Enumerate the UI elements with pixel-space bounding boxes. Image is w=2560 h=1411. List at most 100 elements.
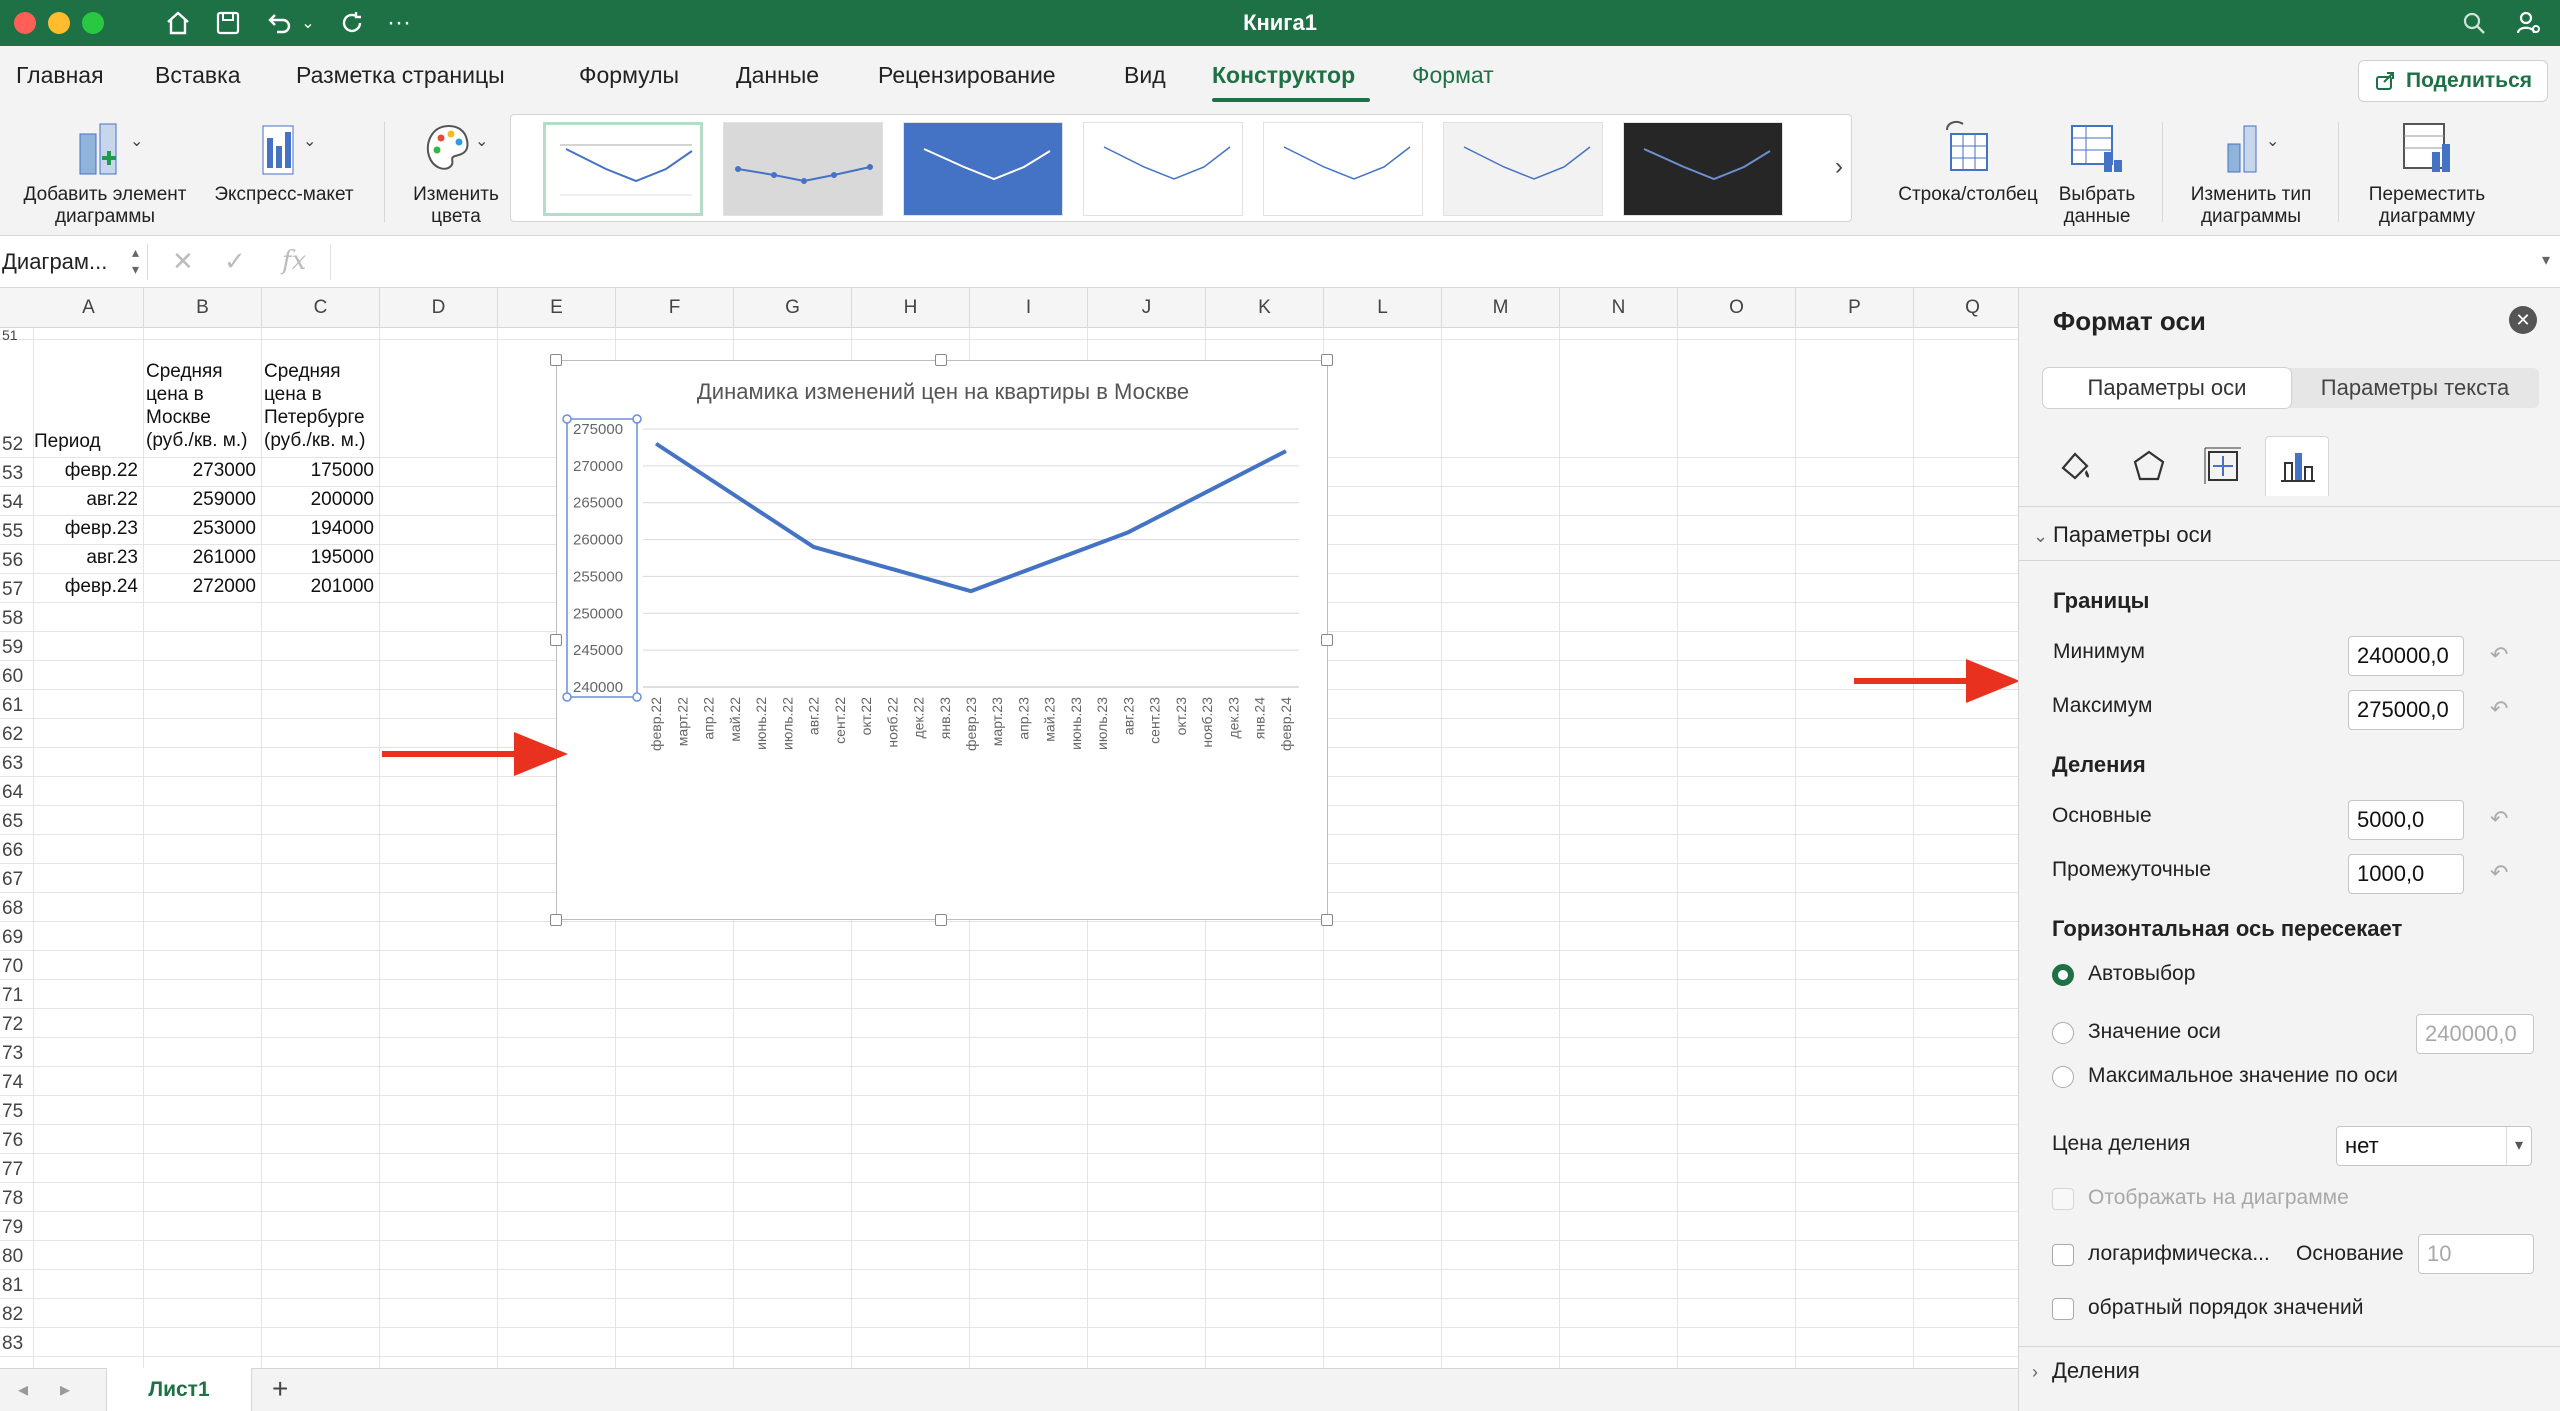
formula-input[interactable]	[342, 244, 2542, 280]
row-header[interactable]: 75	[0, 1099, 34, 1125]
name-box[interactable]: Диаграм...	[0, 244, 148, 280]
cell-c52[interactable]: Средняя цена в Петербурге (руб./кв. м.)	[264, 360, 365, 452]
reset-major-icon[interactable]: ↶	[2490, 806, 2516, 832]
cell-moscow[interactable]: 273000	[146, 460, 256, 482]
search-icon[interactable]	[2456, 6, 2492, 40]
minor-unit-input[interactable]: 1000,0	[2348, 854, 2464, 894]
chart-resize-handle[interactable]	[550, 354, 562, 366]
expand-formula-icon[interactable]: ▾	[2542, 250, 2550, 270]
add-sheet-button[interactable]: +	[272, 1373, 288, 1405]
row-header[interactable]: 81	[0, 1273, 34, 1299]
tab-review[interactable]: Рецензирование	[878, 62, 1056, 89]
chart-style-7[interactable]	[1623, 122, 1783, 216]
cell-spb[interactable]: 175000	[264, 460, 374, 482]
effects-icon[interactable]	[2117, 436, 2181, 496]
column-header[interactable]: Q	[1914, 288, 2018, 328]
row-header[interactable]: 63	[0, 751, 34, 777]
reset-minimum-icon[interactable]: ↶	[2490, 642, 2516, 668]
column-header[interactable]: D	[380, 288, 498, 328]
column-header[interactable]: M	[1442, 288, 1560, 328]
cell-spb[interactable]: 201000	[264, 576, 374, 598]
axis-options-icon[interactable]	[2265, 436, 2329, 496]
row-header[interactable]: 59	[0, 635, 34, 661]
column-header[interactable]: B	[144, 288, 262, 328]
column-header[interactable]: E	[498, 288, 616, 328]
size-properties-icon[interactable]	[2191, 436, 2255, 496]
cell-spb[interactable]: 194000	[264, 518, 374, 540]
column-header[interactable]: F	[616, 288, 734, 328]
row-header[interactable]: 66	[0, 838, 34, 864]
enter-icon[interactable]: ✓	[224, 246, 246, 277]
tab-insert[interactable]: Вставка	[155, 62, 241, 89]
row-header[interactable]: 57	[0, 577, 34, 603]
change-colors-button[interactable]: ⌄ Изменить цвета	[396, 116, 516, 228]
tab-view[interactable]: Вид	[1124, 62, 1166, 89]
chart-resize-handle[interactable]	[1321, 354, 1333, 366]
row-header[interactable]: 69	[0, 925, 34, 951]
cell-moscow[interactable]: 259000	[146, 489, 256, 511]
tab-chart-design[interactable]: Конструктор	[1212, 62, 1355, 89]
chart-resize-handle[interactable]	[550, 634, 562, 646]
row-header[interactable]: 74	[0, 1070, 34, 1096]
chart-style-6[interactable]	[1443, 122, 1603, 216]
column-header[interactable]: A	[34, 288, 144, 328]
cell-period[interactable]: авг.22	[34, 489, 138, 511]
column-header[interactable]: G	[734, 288, 852, 328]
cancel-icon[interactable]: ✕	[172, 246, 194, 277]
cell-moscow[interactable]: 272000	[146, 576, 256, 598]
change-chart-type-button[interactable]: ⌄ Изменить тип диаграммы	[2176, 116, 2326, 228]
chart-style-2[interactable]	[723, 122, 883, 216]
tab-axis-options[interactable]: Параметры оси	[2043, 368, 2291, 408]
row-header[interactable]: 67	[0, 867, 34, 893]
row-header[interactable]: 70	[0, 954, 34, 980]
display-units-select[interactable]: нет ▾	[2336, 1126, 2532, 1166]
tab-format[interactable]: Формат	[1412, 62, 1494, 89]
scroll-left-icon[interactable]: ◂	[18, 1377, 28, 1402]
chart-style-3[interactable]	[903, 122, 1063, 216]
close-icon[interactable]: ✕	[2509, 306, 2537, 334]
reverse-order-checkbox[interactable]	[2052, 1298, 2074, 1320]
row-header[interactable]: 79	[0, 1215, 34, 1241]
column-header[interactable]: I	[970, 288, 1088, 328]
row-header[interactable]: 82	[0, 1302, 34, 1328]
cell-b52[interactable]: Средняя цена в Москве (руб./кв. м.)	[146, 360, 247, 452]
logarithmic-checkbox[interactable]	[2052, 1244, 2074, 1266]
chart-style-1[interactable]	[543, 122, 703, 216]
row-header[interactable]: 71	[0, 983, 34, 1009]
select-data-button[interactable]: Выбрать данные	[2052, 116, 2142, 228]
minimum-input[interactable]: 240000,0	[2348, 636, 2464, 676]
show-on-chart-checkbox[interactable]	[2052, 1188, 2074, 1210]
scroll-right-icon[interactable]: ▸	[60, 1377, 70, 1402]
row-header[interactable]: 56	[0, 548, 34, 574]
column-header[interactable]: L	[1324, 288, 1442, 328]
tab-formulas[interactable]: Формулы	[579, 62, 679, 89]
chart-resize-handle[interactable]	[550, 914, 562, 926]
max-axis-value-radio[interactable]	[2052, 1066, 2074, 1088]
sheet-tab-1[interactable]: Лист1	[106, 1368, 252, 1411]
share-button[interactable]: Поделиться	[2358, 60, 2548, 102]
quick-layout-button[interactable]: ⌄ Экспресс-макет	[204, 116, 364, 206]
row-header[interactable]: 52	[0, 432, 34, 458]
reset-minor-icon[interactable]: ↶	[2490, 860, 2516, 886]
row-header[interactable]: 77	[0, 1157, 34, 1183]
row-header[interactable]: 76	[0, 1128, 34, 1154]
column-header[interactable]: C	[262, 288, 380, 328]
column-header[interactable]: N	[1560, 288, 1678, 328]
cell-moscow[interactable]: 261000	[146, 547, 256, 569]
major-unit-input[interactable]: 5000,0	[2348, 800, 2464, 840]
row-header[interactable]: 55	[0, 519, 34, 545]
axis-value-input[interactable]: 240000,0	[2416, 1014, 2534, 1054]
account-icon[interactable]	[2510, 6, 2546, 40]
cell-spb[interactable]: 200000	[264, 489, 374, 511]
column-header[interactable]: J	[1088, 288, 1206, 328]
move-chart-button[interactable]: Переместить диаграмму	[2352, 116, 2502, 228]
section-axis-options[interactable]: ⌄ Параметры оси	[2033, 522, 2212, 548]
column-header[interactable]: O	[1678, 288, 1796, 328]
axis-value-radio[interactable]	[2052, 1022, 2074, 1044]
switch-row-column-button[interactable]: Строка/столбец	[1892, 116, 2044, 206]
row-header[interactable]: 53	[0, 461, 34, 487]
add-chart-element-button[interactable]: ⌄ Добавить элемент диаграммы	[10, 116, 200, 228]
chart-resize-handle[interactable]	[1321, 914, 1333, 926]
column-header[interactable]: P	[1796, 288, 1914, 328]
tab-text-options[interactable]: Параметры текста	[2291, 368, 2539, 408]
